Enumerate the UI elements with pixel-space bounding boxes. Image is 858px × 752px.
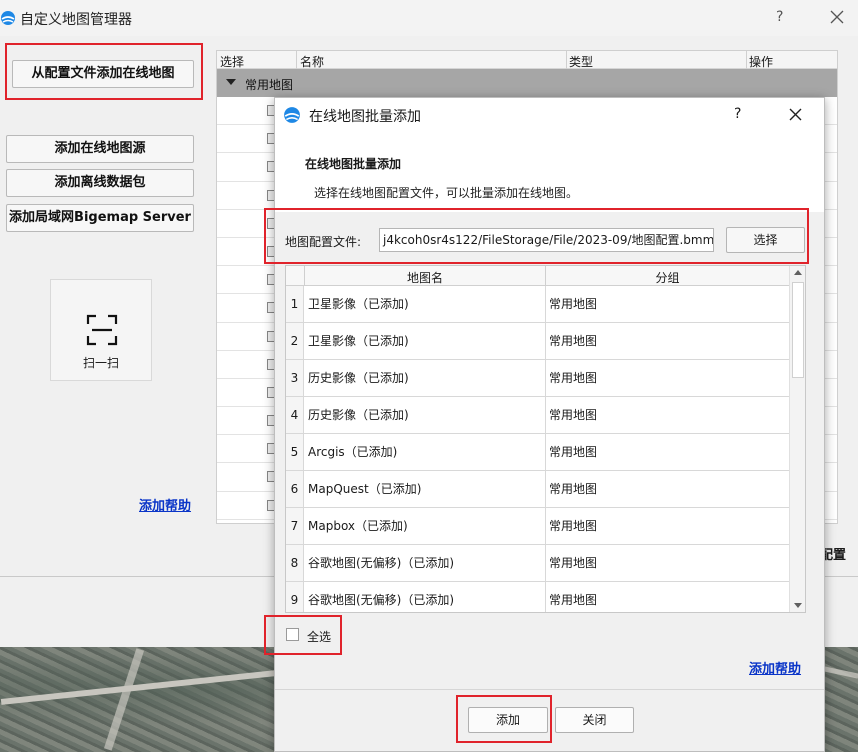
help-icon[interactable]: ? bbox=[776, 9, 783, 25]
map-name: 谷歌地图(无偏移)（已添加) bbox=[308, 556, 455, 570]
col-header-type[interactable]: 类型 bbox=[569, 53, 593, 70]
list-header: 地图名 分组 bbox=[286, 266, 789, 286]
row-index: 4 bbox=[286, 397, 304, 433]
table-header: 选择 名称 类型 操作 bbox=[217, 51, 837, 69]
close-icon[interactable] bbox=[787, 106, 804, 123]
row-index: 6 bbox=[286, 471, 304, 507]
map-name: MapQuest（已添加) bbox=[308, 482, 422, 496]
scroll-down-icon[interactable] bbox=[794, 603, 802, 608]
file-label: 地图配置文件: bbox=[285, 235, 362, 249]
config-button-fragment[interactable]: 配置 bbox=[820, 543, 858, 569]
list-item[interactable]: 7 Mapbox（已添加) 常用地图 bbox=[286, 508, 789, 545]
scroll-thumb[interactable] bbox=[792, 282, 804, 378]
col-header-select[interactable]: 选择 bbox=[220, 53, 244, 70]
col-header-name[interactable]: 名称 bbox=[300, 53, 324, 70]
map-group: 常用地图 bbox=[549, 445, 598, 459]
map-group: 常用地图 bbox=[549, 371, 598, 385]
map-list: 地图名 分组 1 卫星影像（已添加) 常用地图 2 卫星影像（已添加) 常用地图 3 历史影像… bbox=[285, 265, 806, 613]
config-file-path-field[interactable]: j4kcoh0sr4s122/FileStorage/File/2023-09/… bbox=[379, 228, 714, 252]
map-group: 常用地图 bbox=[549, 593, 598, 607]
row-index: 1 bbox=[286, 286, 304, 322]
group-row[interactable]: 常用地图 bbox=[217, 69, 837, 97]
window-title: 自定义地图管理器 bbox=[20, 12, 132, 28]
choose-file-button[interactable]: 选择 bbox=[726, 227, 805, 253]
scan-button[interactable]: 扫一扫 bbox=[50, 279, 152, 381]
select-all-label[interactable]: 全选 bbox=[307, 628, 331, 645]
map-name: Mapbox（已添加) bbox=[308, 519, 408, 533]
help-link[interactable]: 添加帮助 bbox=[749, 658, 801, 677]
add-from-config-button[interactable]: 从配置文件添加在线地图 bbox=[12, 60, 194, 88]
add-online-source-button[interactable]: 添加在线地图源 bbox=[6, 135, 194, 163]
bigemap-logo-icon bbox=[283, 106, 301, 127]
col-header-map-name[interactable]: 地图名 bbox=[305, 269, 545, 286]
bigemap-logo-icon bbox=[0, 10, 16, 29]
dialog-subtitle: 在线地图批量添加 bbox=[305, 157, 402, 171]
list-scrollbar[interactable] bbox=[789, 266, 805, 612]
dialog-description: 选择在线地图配置文件，可以批量添加在线地图。 bbox=[314, 186, 579, 200]
footer-divider bbox=[275, 689, 824, 690]
dialog-title: 在线地图批量添加 bbox=[309, 109, 421, 125]
main-title-bar: 自定义地图管理器 ? bbox=[0, 0, 858, 36]
group-label: 常用地图 bbox=[245, 78, 294, 92]
help-icon[interactable]: ? bbox=[734, 106, 741, 122]
row-index: 2 bbox=[286, 323, 304, 359]
map-name: 历史影像（已添加) bbox=[308, 371, 409, 385]
map-group: 常用地图 bbox=[549, 297, 598, 311]
list-item[interactable]: 8 谷歌地图(无偏移)（已添加) 常用地图 bbox=[286, 545, 789, 582]
row-index: 9 bbox=[286, 582, 304, 612]
list-item[interactable]: 4 历史影像（已添加) 常用地图 bbox=[286, 397, 789, 434]
add-offline-package-button[interactable]: 添加离线数据包 bbox=[6, 169, 194, 197]
scan-icon bbox=[86, 314, 118, 349]
map-name: 卫星影像（已添加) bbox=[308, 334, 409, 348]
list-item[interactable]: 5 Arcgis（已添加) 常用地图 bbox=[286, 434, 789, 471]
row-index: 3 bbox=[286, 360, 304, 396]
col-header-action[interactable]: 操作 bbox=[749, 53, 773, 70]
map-name: 历史影像（已添加) bbox=[308, 408, 409, 422]
map-group: 常用地图 bbox=[549, 556, 598, 570]
row-index: 8 bbox=[286, 545, 304, 581]
help-link[interactable]: 添加帮助 bbox=[139, 495, 191, 514]
select-all-checkbox[interactable] bbox=[286, 628, 299, 641]
expand-arrow-icon[interactable] bbox=[226, 79, 236, 85]
list-item[interactable]: 6 MapQuest（已添加) 常用地图 bbox=[286, 471, 789, 508]
list-rows: 1 卫星影像（已添加) 常用地图 2 卫星影像（已添加) 常用地图 3 历史影像（已添加) 常用… bbox=[286, 286, 789, 612]
map-name: Arcgis（已添加) bbox=[308, 445, 398, 459]
map-group: 常用地图 bbox=[549, 482, 598, 496]
add-lan-server-button[interactable]: 添加局域网Bigemap Server bbox=[6, 204, 194, 232]
row-index: 7 bbox=[286, 508, 304, 544]
map-group: 常用地图 bbox=[549, 408, 598, 422]
scan-label: 扫一扫 bbox=[82, 356, 119, 370]
col-header-group[interactable]: 分组 bbox=[546, 269, 789, 286]
add-button[interactable]: 添加 bbox=[468, 707, 548, 733]
list-item[interactable]: 9 谷歌地图(无偏移)（已添加) 常用地图 bbox=[286, 582, 789, 612]
batch-add-dialog: 在线地图批量添加 ? 在线地图批量添加 选择在线地图配置文件，可以批量添加在线地… bbox=[274, 97, 825, 752]
map-group: 常用地图 bbox=[549, 519, 598, 533]
row-index: 5 bbox=[286, 434, 304, 470]
list-item[interactable]: 2 卫星影像（已添加) 常用地图 bbox=[286, 323, 789, 360]
map-name: 卫星影像（已添加) bbox=[308, 297, 409, 311]
list-item[interactable]: 1 卫星影像（已添加) 常用地图 bbox=[286, 286, 789, 323]
close-icon[interactable] bbox=[828, 8, 846, 26]
map-group: 常用地图 bbox=[549, 334, 598, 348]
scroll-up-icon[interactable] bbox=[794, 270, 802, 275]
close-button[interactable]: 关闭 bbox=[555, 707, 634, 733]
map-name: 谷歌地图(无偏移)（已添加) bbox=[308, 593, 455, 607]
list-item[interactable]: 3 历史影像（已添加) 常用地图 bbox=[286, 360, 789, 397]
dialog-title-bar: 在线地图批量添加 ? bbox=[275, 98, 824, 132]
